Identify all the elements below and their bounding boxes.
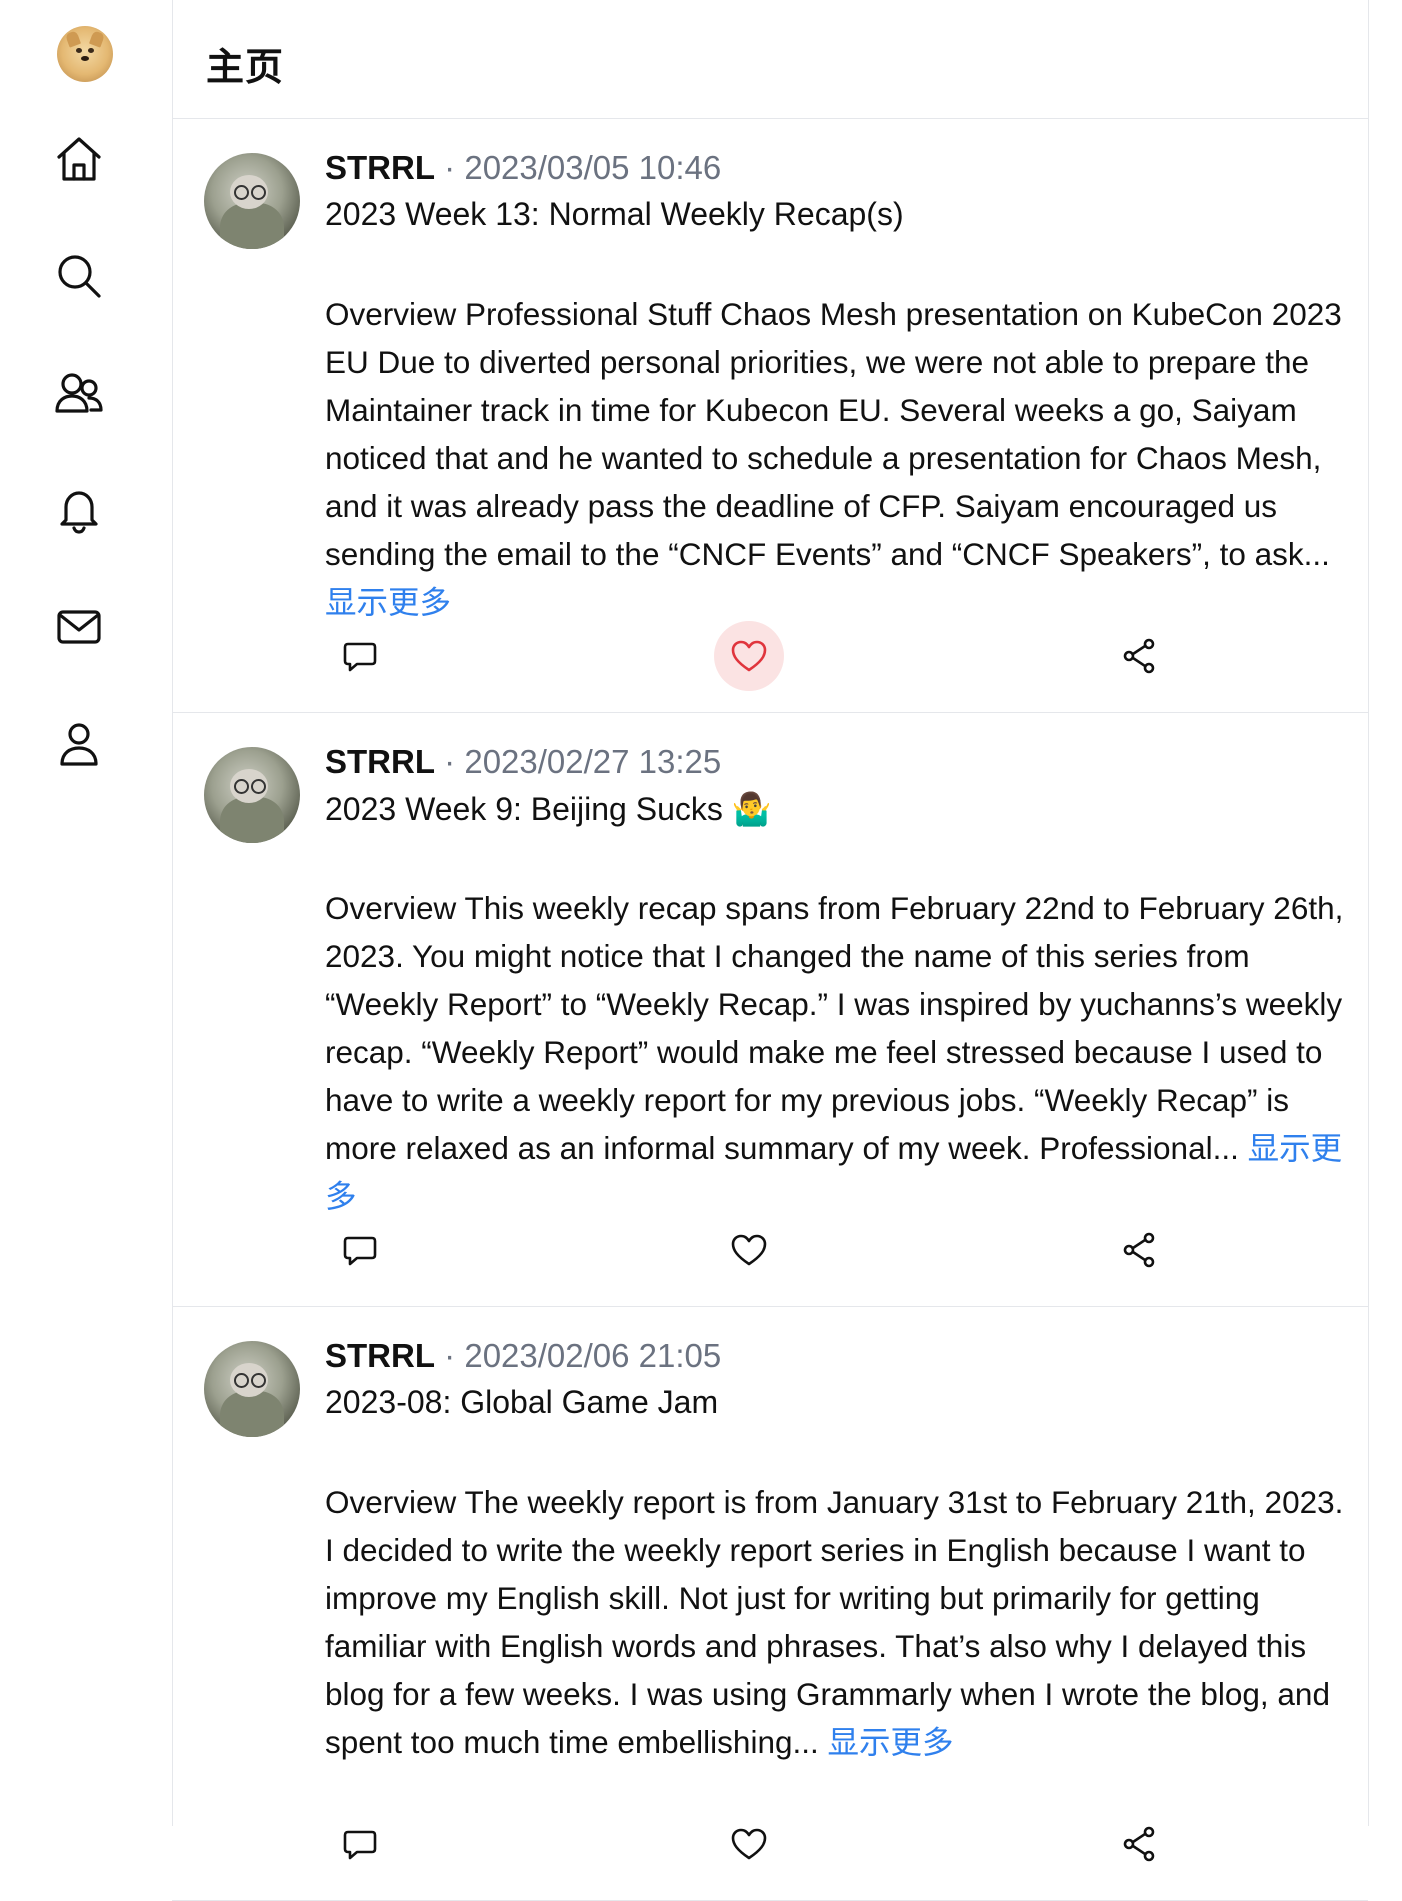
heart-icon [731,1234,767,1266]
mail-icon [57,610,101,644]
avatar-glasses [251,779,266,794]
nav-notifications[interactable] [52,483,106,537]
post-meta: STRRL · 2023/03/05 10:46 [325,149,721,187]
post-date[interactable]: 2023/02/27 13:25 [464,743,721,780]
comment-icon [343,1236,377,1266]
nav-users[interactable] [52,366,106,420]
logo-ear [64,30,82,48]
show-more-link[interactable]: 显示更多 [325,584,451,620]
post-actions [325,621,1225,691]
avatar-glasses [234,185,249,200]
comment-button[interactable] [325,1215,395,1285]
user-icon [60,723,98,766]
nav-messages[interactable] [52,600,106,654]
post-title[interactable]: 2023-08: Global Game Jam [325,1384,718,1421]
post-title[interactable]: 2023 Week 13: Normal Weekly Recap(s) [325,196,904,233]
post-excerpt-text: Overview This weekly recap spans from Fe… [325,890,1344,1166]
post-date[interactable]: 2023/03/05 10:46 [464,149,721,186]
avatar-body [220,797,284,843]
heart-icon [731,1828,767,1860]
post-author[interactable]: STRRL [325,743,435,780]
avatar[interactable] [204,153,300,249]
like-button[interactable] [714,1215,784,1285]
avatar[interactable] [204,747,300,843]
post-item[interactable]: STRRL · 2023/03/05 10:46 2023 Week 13: N… [172,119,1368,713]
search-icon [58,255,101,298]
post-item[interactable]: STRRL · 2023/02/06 21:05 2023-08: Global… [172,1307,1368,1901]
nav-home[interactable] [52,132,106,186]
post-meta: STRRL · 2023/02/27 13:25 [325,743,721,781]
post-meta: STRRL · 2023/02/06 21:05 [325,1337,721,1375]
meta-separator: · [444,743,456,780]
avatar-glasses [251,1373,266,1388]
comment-button[interactable] [325,621,395,691]
like-button[interactable] [714,621,784,691]
logo-eye [76,48,82,53]
avatar[interactable] [204,1341,300,1437]
post-title[interactable]: 2023 Week 9: Beijing Sucks 🤷‍♂️ [325,790,772,828]
post-actions [325,1809,1225,1879]
meta-separator: · [444,149,456,186]
bell-icon [60,491,98,534]
share-button[interactable] [1104,1215,1174,1285]
comment-icon [343,642,377,672]
avatar-body [220,1391,284,1437]
post-date[interactable]: 2023/02/06 21:05 [464,1337,721,1374]
post-author[interactable]: STRRL [325,149,435,186]
post-excerpt-text: Overview The weekly report is from Janua… [325,1484,1344,1760]
users-icon [55,373,103,413]
post-excerpt: Overview This weekly recap spans from Fe… [325,884,1345,1220]
home-icon [57,137,101,181]
comment-icon [343,1830,377,1860]
like-button[interactable] [714,1809,784,1879]
share-icon [1123,1826,1155,1862]
logo-nose [81,56,89,61]
comment-button[interactable] [325,1809,395,1879]
share-icon [1123,1232,1155,1268]
heart-icon [731,640,767,672]
avatar-glasses [234,1373,249,1388]
share-icon [1123,638,1155,674]
show-more-link[interactable]: 显示更多 [828,1724,954,1760]
sidebar [0,0,173,1826]
avatar-glasses [251,185,266,200]
post-author[interactable]: STRRL [325,1337,435,1374]
meta-separator: · [444,1337,456,1374]
share-button[interactable] [1104,1809,1174,1879]
post-actions [325,1215,1225,1285]
post-item[interactable]: STRRL · 2023/02/27 13:25 2023 Week 9: Be… [172,713,1368,1307]
logo-ear [88,30,106,48]
post-excerpt: Overview Professional Stuff Chaos Mesh p… [325,290,1345,626]
logo-eye [88,48,94,53]
timeline-header: 主页 [172,0,1368,119]
share-button[interactable] [1104,621,1174,691]
post-excerpt-text: Overview Professional Stuff Chaos Mesh p… [325,296,1342,572]
post-excerpt: Overview The weekly report is from Janua… [325,1478,1345,1766]
avatar-glasses [234,779,249,794]
avatar-body [220,203,284,249]
nav-profile[interactable] [52,717,106,771]
timeline: 主页 STRRL · 2023/03/05 10:46 2023 Week 13… [172,0,1369,1901]
nav-search[interactable] [52,249,106,303]
doge-logo[interactable] [57,26,113,82]
page-title: 主页 [206,47,285,89]
